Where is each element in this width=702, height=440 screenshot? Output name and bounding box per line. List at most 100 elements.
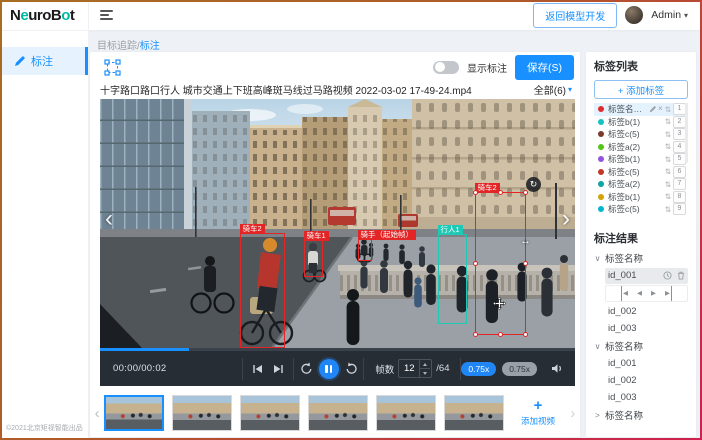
label-item[interactable]: 标签c(5) ⇅3 (594, 128, 688, 141)
thumbnail-image (241, 396, 299, 430)
pager-first-icon[interactable]: ◀ (621, 286, 628, 301)
frame-number-input[interactable] (398, 359, 432, 378)
result-group-name: 标签名称 (605, 408, 643, 422)
resize-handle[interactable] (473, 261, 478, 266)
step-up-icon[interactable] (420, 360, 430, 369)
annotation-box[interactable]: 骑车2 (240, 233, 285, 348)
result-item[interactable]: id_002 (605, 373, 688, 389)
label-item[interactable]: 标签名字最长数... × ⇅ 1 (594, 103, 688, 116)
user-menu[interactable]: Admin ▾ (651, 9, 688, 21)
sort-icon[interactable]: ⇅ (665, 192, 671, 201)
rotate-badge-icon[interactable]: ↻ (526, 177, 541, 192)
frame-number-field[interactable] (399, 360, 419, 377)
video-thumbnail[interactable] (444, 395, 504, 431)
forward-icon[interactable] (345, 362, 358, 375)
save-button[interactable]: 保存(S) (515, 55, 574, 80)
annotation-box[interactable]: 骑手（起始帧） (358, 239, 372, 261)
prev-frame-icon[interactable] (252, 364, 263, 374)
edit-icon[interactable] (649, 106, 656, 113)
sort-icon[interactable]: ⇅ (665, 205, 671, 214)
label-list-title: 标签列表 (594, 58, 688, 74)
label-item[interactable]: 标签b(1) ⇅8 (594, 191, 688, 204)
label-item[interactable]: 标签c(5) ⇅9 (594, 203, 688, 216)
result-item-selected[interactable]: id_001 (605, 268, 688, 284)
label-hotkey: 6 (673, 166, 686, 178)
label-item[interactable]: 标签b(1) ⇅2 (594, 116, 688, 129)
label-item[interactable]: 标签b(1) ⇅5 (594, 153, 688, 166)
label-name: 标签b(1) (608, 153, 665, 165)
label-hotkey: 8 (673, 191, 686, 203)
volume-icon[interactable] (551, 363, 563, 374)
trash-icon[interactable] (677, 271, 685, 280)
sort-icon[interactable]: ⇅ (665, 105, 671, 114)
annotation-workspace: 显示标注 保存(S) 十字路口路口行人 城市交通上下班高峰斑马线过马路视频 20… (90, 52, 580, 437)
video-filename: 十字路口路口行人 城市交通上下班高峰斑马线过马路视频 2022-03-02 17… (100, 82, 472, 97)
video-thumbnail[interactable] (104, 395, 164, 431)
sort-icon[interactable]: ⇅ (665, 167, 671, 176)
label-name: 标签c(5) (608, 166, 665, 178)
resize-handle[interactable] (473, 190, 478, 195)
result-group[interactable]: > 标签名称 (594, 407, 688, 424)
pager-prev-icon[interactable]: ◀ (637, 286, 642, 301)
annotation-box[interactable]: 骑车1 (304, 240, 323, 277)
bounding-box-tool-icon[interactable] (104, 59, 121, 76)
result-group[interactable]: ∨ 标签名称 (594, 338, 688, 355)
video-thumbnail[interactable] (308, 395, 368, 431)
resize-handle[interactable] (523, 190, 528, 195)
caret-down-icon: ▾ (568, 85, 572, 94)
sort-icon[interactable]: ⇅ (665, 155, 671, 164)
pager-last-icon[interactable]: ▶ (665, 286, 672, 301)
resize-handle[interactable] (523, 332, 528, 337)
show-annotation-toggle[interactable] (433, 61, 459, 74)
result-item[interactable]: id_003 (605, 321, 688, 337)
add-label-button[interactable]: + 添加标签 (594, 80, 688, 99)
video-title-row: 十字路口路口行人 城市交通上下班高峰斑马线过马路视频 2022-03-02 17… (90, 81, 580, 97)
frame-stepper[interactable] (419, 360, 430, 377)
result-item[interactable]: id_001 (605, 356, 688, 372)
annotation-box-label: 行人1 (438, 225, 463, 235)
annotation-box-selected[interactable]: 骑车2 (475, 192, 526, 335)
sort-icon[interactable]: ⇅ (665, 130, 671, 139)
rewind-icon[interactable] (300, 362, 313, 375)
result-item[interactable]: id_002 (605, 304, 688, 320)
menu-fold-icon[interactable] (100, 10, 114, 20)
sidebar-item-annotate[interactable]: 标注 (0, 47, 88, 75)
playback-rate-active[interactable]: 0.75x (461, 362, 496, 376)
prev-video-chevron-icon[interactable]: ‹ (105, 207, 113, 231)
scrollbar[interactable] (685, 103, 688, 163)
video-thumbnail[interactable] (172, 395, 232, 431)
clock-icon[interactable] (663, 271, 672, 280)
result-item[interactable]: id_003 (605, 390, 688, 406)
playback-rate-secondary[interactable]: 0.75x (502, 362, 537, 376)
next-frame-icon[interactable] (273, 364, 284, 374)
resize-handle[interactable] (498, 332, 503, 337)
sort-icon[interactable]: ⇅ (665, 180, 671, 189)
delete-label-icon[interactable]: × (658, 105, 663, 113)
thumb-scroll-right-icon[interactable]: › (566, 405, 580, 422)
pause-button[interactable] (319, 359, 339, 379)
video-thumbnail[interactable] (240, 395, 300, 431)
back-to-model-dev-button[interactable]: 返回模型开发 (533, 3, 617, 28)
annotation-box-label: 骑车2 (475, 183, 500, 193)
resize-handle[interactable] (498, 190, 503, 195)
annotation-box[interactable]: 行人1 (438, 234, 467, 324)
breadcrumb-parent[interactable]: 目标追踪 (97, 41, 137, 52)
label-item[interactable]: 标签a(2) ⇅7 (594, 178, 688, 191)
add-video-button[interactable]: + 添加视频 (510, 394, 565, 432)
video-canvas[interactable]: 骑车2骑车1骑手（起始帧）行人1骑车2 ‹ › ↻ ↔ (100, 99, 575, 348)
result-group[interactable]: ∨ 标签名称 (594, 250, 688, 267)
video-thumbnail[interactable] (376, 395, 436, 431)
caret-collapsed-icon: > (594, 411, 601, 420)
step-down-icon[interactable] (420, 369, 430, 377)
filter-dropdown[interactable]: 全部(6) ▾ (534, 82, 580, 97)
sort-icon[interactable]: ⇅ (665, 117, 671, 126)
next-video-chevron-icon[interactable]: › (562, 207, 570, 231)
pager-next-icon[interactable]: ▶ (651, 286, 656, 301)
thumb-scroll-left-icon[interactable]: ‹ (90, 405, 104, 422)
avatar[interactable] (625, 6, 643, 24)
label-item[interactable]: 标签a(2) ⇅4 (594, 141, 688, 154)
resize-handle[interactable] (473, 332, 478, 337)
sort-icon[interactable]: ⇅ (665, 142, 671, 151)
resize-handle[interactable] (523, 261, 528, 266)
label-item[interactable]: 标签c(5) ⇅6 (594, 166, 688, 179)
